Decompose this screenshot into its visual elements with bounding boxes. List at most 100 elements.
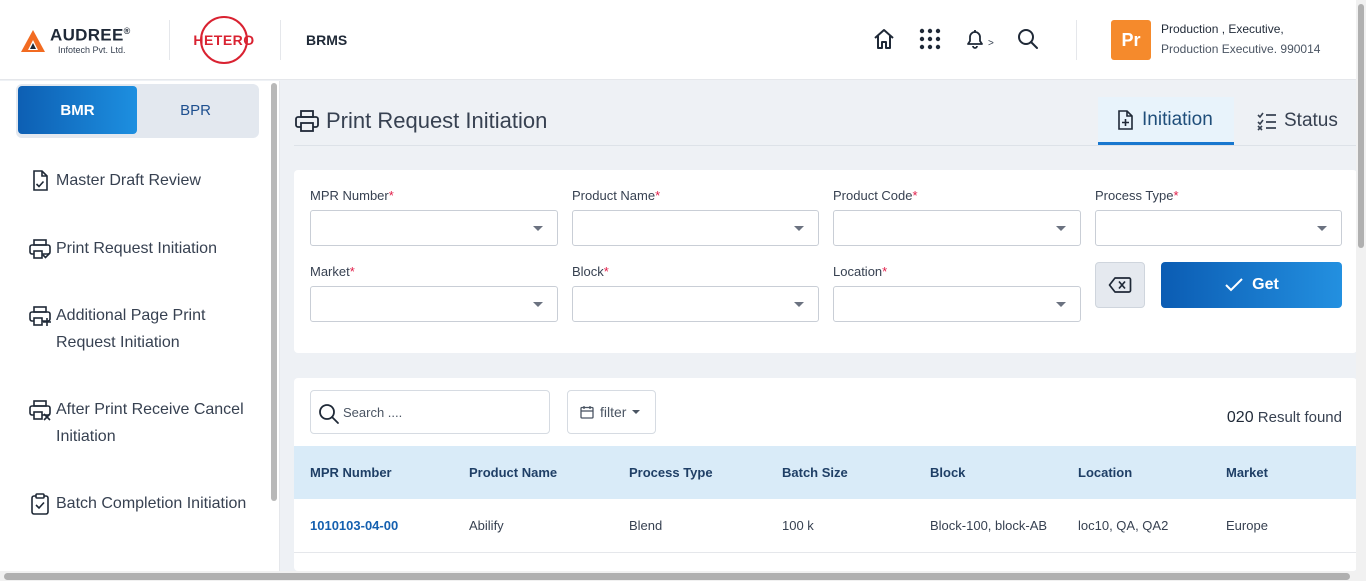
header-divider (1076, 20, 1077, 60)
chevron-down-icon (794, 226, 804, 231)
search-icon (319, 404, 339, 424)
chevron-down-icon (1056, 226, 1066, 231)
printer-x-icon (29, 400, 51, 421)
brand-name: AUDREE (50, 25, 124, 45)
batch-size-cell: 100 k (782, 518, 814, 533)
product-name-label: Product Name* (572, 188, 661, 203)
block-select[interactable] (572, 286, 819, 322)
mpr-number-link[interactable]: 1010103-04-00 (310, 518, 398, 533)
hetero-logo-text: HETERO (193, 32, 255, 48)
market-label: Market* (310, 264, 355, 279)
header-divider (169, 20, 170, 60)
column-header-process-type[interactable]: Process Type (629, 465, 713, 480)
printer-icon (295, 110, 319, 132)
chevron-down-icon (533, 226, 543, 231)
scrollbar-thumb[interactable] (4, 573, 1350, 580)
sidebar-item-label: Additional Page Print Request Initiation (56, 307, 206, 351)
scrollbar-thumb[interactable] (1358, 4, 1364, 248)
filter-label: filter (600, 404, 627, 420)
checklist-icon (1257, 112, 1276, 131)
user-role: Production , Executive, (1161, 22, 1284, 36)
page-horizontal-scrollbar[interactable] (0, 571, 1356, 581)
get-button[interactable]: Get (1161, 262, 1342, 308)
printer-check-icon (29, 239, 51, 259)
tab-initiation[interactable]: Initiation (1098, 97, 1234, 145)
result-count-text: Result found (1257, 409, 1342, 426)
sidebar: BMR BPR Master Draft Review Print Reques… (0, 81, 280, 571)
product-name-cell: Abilify (469, 518, 504, 533)
search-input[interactable]: Search .... (310, 390, 550, 434)
sidebar-item-label: After Print Receive Cancel Initiation (56, 401, 244, 445)
record-type-toggle: BMR BPR (16, 84, 259, 138)
mpr-number-select[interactable] (310, 210, 558, 246)
document-check-icon (33, 170, 48, 191)
market-cell: Europe (1226, 518, 1268, 533)
apps-grid-icon[interactable] (917, 26, 943, 52)
product-code-select[interactable] (833, 210, 1081, 246)
brand-subtitle: Infotech Pvt. Ltd. (58, 44, 126, 55)
process-type-select[interactable] (1095, 210, 1342, 246)
header-divider (280, 20, 281, 60)
audree-logo-icon (21, 30, 45, 52)
calendar-icon (580, 406, 594, 419)
backspace-icon (1108, 277, 1132, 293)
page-title: Print Request Initiation (326, 108, 548, 133)
column-header-market[interactable]: Market (1226, 465, 1268, 480)
bell-icon[interactable] (962, 26, 988, 52)
home-icon[interactable] (871, 26, 897, 52)
tab-label: Initiation (1142, 108, 1213, 130)
sidebar-item-after-print-receive-cancel[interactable]: After Print Receive Cancel Initiation (28, 396, 256, 450)
app-header: AUDREE® Infotech Pvt. Ltd. HETERO BRMS >… (0, 0, 1356, 80)
check-icon (1225, 278, 1243, 292)
printer-plus-icon (29, 306, 51, 326)
notifications-caret[interactable]: > (988, 38, 994, 49)
table-header: MPR Number Product Name Process Type Bat… (294, 446, 1357, 499)
brand-reg-mark: ® (123, 26, 131, 36)
sidebar-item-label: Master Draft Review (56, 172, 201, 189)
location-label: Location* (833, 264, 888, 279)
app-name: BRMS (306, 32, 348, 48)
hetero-logo: HETERO (192, 14, 256, 66)
sidebar-item-master-draft-review[interactable]: Master Draft Review (28, 167, 256, 194)
location-cell: loc10, QA, QA2 (1078, 518, 1169, 533)
product-name-select[interactable] (572, 210, 819, 246)
user-avatar[interactable]: Pr (1111, 20, 1151, 60)
chevron-down-icon (533, 302, 543, 307)
chevron-down-icon (794, 302, 804, 307)
segment-bmr[interactable]: BMR (18, 86, 137, 134)
clipboard-check-icon (31, 493, 49, 515)
sidebar-item-label: Print Request Initiation (56, 240, 217, 257)
audree-logo[interactable]: AUDREE® Infotech Pvt. Ltd. (20, 22, 131, 55)
table-row[interactable]: 1010103-04-00 Abilify Blend 100 k Block-… (294, 499, 1357, 553)
process-type-label: Process Type* (1095, 188, 1179, 203)
get-button-label: Get (1252, 276, 1279, 293)
result-count: 020 Result found (1227, 409, 1342, 427)
title-divider (294, 145, 1356, 146)
process-type-cell: Blend (629, 518, 663, 533)
sidebar-scrollbar[interactable] (271, 83, 277, 501)
chevron-down-icon (1317, 226, 1327, 231)
location-select[interactable] (833, 286, 1081, 322)
segment-bpr[interactable]: BPR (136, 86, 255, 134)
product-code-label: Product Code* (833, 188, 918, 203)
column-header-location[interactable]: Location (1078, 465, 1132, 480)
market-select[interactable] (310, 286, 558, 322)
search-icon[interactable] (1015, 26, 1041, 52)
tab-label: Status (1284, 110, 1338, 131)
column-header-product-name[interactable]: Product Name (469, 465, 557, 480)
tab-status[interactable]: Status (1242, 97, 1352, 145)
sidebar-item-additional-page-print[interactable]: Additional Page Print Request Initiation (28, 302, 256, 356)
filter-dropdown[interactable]: filter (567, 390, 656, 434)
mpr-number-label: MPR Number* (310, 188, 394, 203)
clear-button[interactable] (1095, 262, 1145, 308)
sidebar-item-print-request-initiation[interactable]: Print Request Initiation (28, 235, 256, 262)
column-header-mpr-number[interactable]: MPR Number (310, 465, 392, 480)
page-vertical-scrollbar[interactable] (1356, 0, 1366, 581)
search-placeholder: Search .... (343, 405, 403, 420)
column-header-block[interactable]: Block (930, 465, 965, 480)
chevron-down-icon (1056, 302, 1066, 307)
sidebar-item-batch-completion[interactable]: Batch Completion Initiation (28, 490, 256, 517)
sidebar-item-label: Batch Completion Initiation (56, 495, 247, 512)
block-cell: Block-100, block-AB (930, 518, 1048, 533)
column-header-batch-size[interactable]: Batch Size (782, 465, 848, 480)
